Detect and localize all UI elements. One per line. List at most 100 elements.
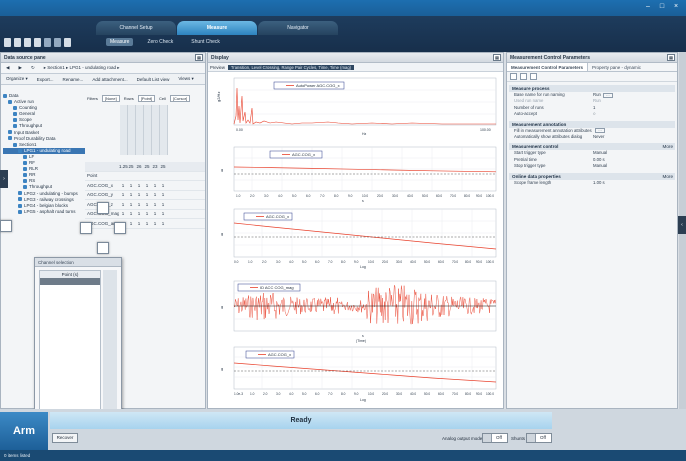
grid-cell[interactable]: 1	[135, 221, 143, 226]
help-icon[interactable]	[64, 38, 71, 47]
grid-cell[interactable]: 1	[135, 192, 143, 197]
grid-cell[interactable]: 1	[159, 211, 167, 216]
dock-target-icon[interactable]	[80, 222, 92, 234]
grid-cell[interactable]: 1	[119, 183, 127, 188]
grid-cell[interactable]: 1	[151, 202, 159, 207]
expand-left-icon[interactable]: ›	[0, 170, 8, 188]
tab-measure[interactable]: Measure	[177, 21, 257, 35]
grid-column-header[interactable]	[128, 105, 136, 155]
parameter-value[interactable]: ○	[593, 111, 596, 117]
grid-column-header[interactable]	[144, 105, 152, 155]
pin-icon[interactable]: ▤	[667, 54, 675, 61]
forward-icon[interactable]: ▶	[16, 65, 23, 71]
cell-select[interactable]: [Cursor]	[169, 94, 191, 102]
grid-cell[interactable]: 1	[135, 202, 143, 207]
default-list-view-button[interactable]: Default List view	[135, 77, 172, 82]
parameter-row[interactable]: Auto-accept ○	[509, 111, 675, 117]
ellipsis-button[interactable]: …	[602, 92, 613, 98]
export-button[interactable]: Export...	[35, 77, 56, 82]
parameter-value[interactable]: Manual	[593, 163, 607, 169]
subtab-measure[interactable]: Measure	[106, 38, 134, 46]
grid-column-header[interactable]	[136, 105, 144, 155]
grid-cell[interactable]: 1	[143, 183, 151, 188]
grid-cell[interactable]: 1	[127, 221, 135, 226]
tree-item[interactable]: LPG5 - asphalt road turns	[3, 209, 85, 215]
pin-icon[interactable]: ▤	[493, 54, 501, 61]
views-menu[interactable]: Views ▾	[176, 76, 195, 82]
parameter-section-header[interactable]: Measurement annotation	[509, 120, 675, 128]
grid-cell[interactable]: 1	[151, 192, 159, 197]
channel-list-scrollbar[interactable]	[103, 270, 117, 416]
time-signal-plot[interactable]: ID ACC COG_mag g s (Time)	[212, 279, 501, 343]
grid-cell[interactable]: 1	[151, 183, 159, 188]
more-link[interactable]: More	[663, 143, 673, 150]
grid-cell[interactable]: 1	[159, 183, 167, 188]
grid-column-header[interactable]	[120, 105, 128, 155]
display-options-hint[interactable]: Transition, Level Crossing, Range Pair C…	[227, 64, 355, 70]
maximize-icon[interactable]: □	[658, 3, 666, 11]
parameter-value[interactable]: 1.00 s	[593, 180, 605, 186]
sort-icon[interactable]	[510, 73, 517, 80]
grid-cell[interactable]: 1	[151, 221, 159, 226]
tab-property-pane[interactable]: Property pane - dynamic	[588, 63, 645, 71]
grid-cell[interactable]: 1	[143, 211, 151, 216]
dock-target-icon[interactable]	[97, 242, 109, 254]
categorize-icon[interactable]	[520, 73, 527, 80]
shunts-toggle[interactable]: Off	[526, 433, 552, 443]
dock-target-icon[interactable]	[97, 202, 109, 214]
arm-button[interactable]: Arm	[0, 412, 48, 450]
filters-select[interactable]: [None]	[101, 94, 120, 102]
grid-cell[interactable]: 1	[151, 211, 159, 216]
grid-cell[interactable]: 1	[127, 192, 135, 197]
table-row[interactable]: AGC.COG_ang111111	[85, 219, 205, 229]
dock-target-icon[interactable]	[114, 222, 126, 234]
minimize-icon[interactable]: –	[644, 3, 652, 11]
parameter-section-header[interactable]: Online data properties More	[509, 172, 675, 180]
more-link[interactable]: More	[663, 173, 673, 180]
grid-cell[interactable]: 1	[135, 183, 143, 188]
time-plot-1-svg[interactable]: AGC.COG_x g 1.0 2.0 3.0 4.0 5.0 6.0 7.0 …	[212, 145, 501, 203]
save-icon[interactable]	[24, 38, 31, 47]
parameter-row[interactable]: Stop trigger type Manual	[509, 163, 675, 169]
channel-selection-list[interactable]: Point (s)	[39, 270, 101, 416]
channel-list-selected-row[interactable]	[40, 278, 100, 285]
add-attachment-button[interactable]: Add attachment...	[90, 77, 129, 82]
recover-button[interactable]: Recover	[52, 433, 78, 443]
pin-icon[interactable]: ▤	[195, 54, 203, 61]
refresh-icon[interactable]: ↻	[29, 65, 37, 71]
grid-cell[interactable]: 1	[127, 211, 135, 216]
tab-measurement-control-parameters[interactable]: Measurement Control Parameters	[507, 63, 589, 71]
log-plot-2-svg[interactable]: AGC.COG_x g 1.0e-3 1.0 2.0 3.0 4.0 5.0 6…	[212, 345, 501, 403]
subtab-zero-check[interactable]: Zero Check	[143, 38, 177, 46]
redo-icon[interactable]	[54, 38, 61, 47]
grid-cell[interactable]: 1	[159, 192, 167, 197]
parameter-value[interactable]: Never	[593, 134, 604, 140]
table-row[interactable]: AGC.COG_x 1 1 1 1 1 1	[85, 181, 205, 191]
home-icon[interactable]	[4, 38, 11, 47]
table-row[interactable]: Point	[85, 172, 205, 181]
grid-cell[interactable]: 1	[143, 221, 151, 226]
autopower-plot[interactable]: AutoPower AGC.COG_x g2/Hz 0.00 Hz 100.00	[212, 76, 501, 136]
organize-menu[interactable]: Organize ▾	[4, 76, 30, 82]
open-icon[interactable]	[14, 38, 21, 47]
dock-target-icon[interactable]	[0, 220, 12, 232]
table-row[interactable]: AGC.COG_y 1 1 1 1 1 1	[85, 191, 205, 200]
analog-output-toggle[interactable]: Off	[482, 433, 508, 443]
log-plot-1-svg[interactable]: AGC.COG_x g 0.0 1.0 2.0 3.0 4.0 5.0 6.0 …	[212, 207, 501, 269]
grid-cell[interactable]: 1	[119, 211, 127, 216]
grid-column-header[interactable]	[152, 105, 160, 155]
rename-button[interactable]: Rename...	[61, 77, 86, 82]
subtab-shunt-check[interactable]: Shunt Check	[187, 38, 224, 46]
parameter-section-header[interactable]: Measure process	[509, 85, 675, 92]
properties-icon[interactable]	[530, 73, 537, 80]
close-icon[interactable]: ×	[672, 3, 680, 11]
grid-cell[interactable]: 1	[143, 202, 151, 207]
grid-cell[interactable]: 1	[119, 192, 127, 197]
grid-column-header[interactable]	[160, 105, 168, 155]
back-icon[interactable]: ◀	[4, 65, 11, 71]
parameter-section-header[interactable]: Measurement control More	[509, 143, 675, 151]
grid-cell[interactable]: 1	[143, 192, 151, 197]
ellipsis-button[interactable]: …	[595, 128, 605, 134]
log-plot-1[interactable]: AGC.COG_x g 0.0 1.0 2.0 3.0 4.0 5.0 6.0 …	[212, 207, 501, 269]
tab-channel-setup[interactable]: Channel Setup	[96, 21, 176, 35]
